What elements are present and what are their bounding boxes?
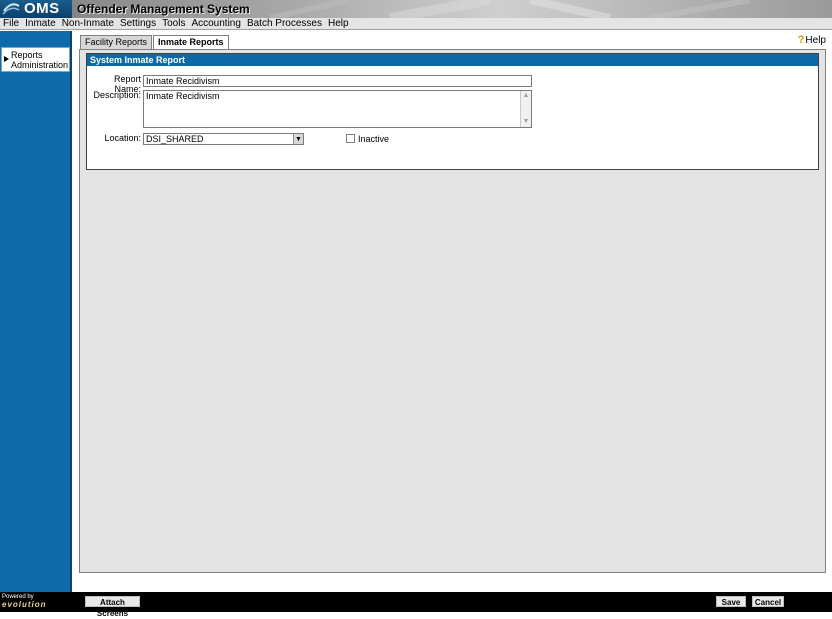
logo-text: OMS (24, 0, 60, 17)
menu-help[interactable]: Help (328, 18, 349, 30)
help-question-icon: ? (797, 34, 805, 46)
help-link[interactable]: ? Help (798, 34, 826, 46)
menu-accounting[interactable]: Accounting (191, 18, 240, 30)
sidebar-item-reports-administration[interactable]: Reports Administration (1, 47, 70, 72)
powered-brand-text: evolution (2, 600, 47, 609)
app-title: Offender Management System (77, 2, 250, 16)
menu-file[interactable]: File (3, 18, 19, 30)
sidebar-item-label: Reports Administration (11, 50, 68, 70)
report-tabs: Facility Reports Inmate Reports (80, 35, 230, 50)
location-select[interactable]: DSI_SHARED ▼ (143, 133, 304, 145)
content-panel: System Inmate Report Report Name: Inmate… (79, 49, 826, 573)
scroll-down-icon[interactable]: ▼ (521, 117, 531, 127)
inactive-label: Inactive (358, 134, 390, 144)
report-name-input[interactable]: Inmate Recidivism (143, 75, 532, 87)
main-area: ? Help Facility Reports Inmate Reports S… (74, 31, 832, 592)
sidebar-label-line2: Administration (11, 60, 69, 70)
sidebar-label-line1: Reports (11, 50, 43, 60)
chevron-down-icon[interactable]: ▼ (293, 134, 303, 144)
attach-screens-button[interactable]: Attach Screens (85, 596, 140, 618)
footer-bar: Powered by evolution Attach Screens Save… (0, 592, 832, 618)
save-button[interactable]: Save (716, 596, 746, 607)
location-value: DSI_SHARED (146, 134, 204, 144)
description-scrollbar[interactable]: ▲ ▼ (520, 91, 531, 127)
report-header: System Inmate Report (87, 54, 818, 66)
app-logo: OMS (0, 0, 72, 18)
left-sidebar: Reports Administration (0, 31, 72, 592)
powered-by-logo: Powered by evolution (2, 594, 47, 609)
menu-non-inmate[interactable]: Non-Inmate (62, 18, 114, 30)
help-label: Help (805, 34, 826, 46)
scroll-up-icon[interactable]: ▲ (521, 91, 531, 101)
menu-tools[interactable]: Tools (162, 18, 185, 30)
titlebar-decoration (269, 0, 751, 18)
tab-facility-reports[interactable]: Facility Reports (80, 35, 153, 49)
system-inmate-report-box: System Inmate Report Report Name: Inmate… (86, 53, 819, 170)
title-bar: OMS Offender Management System (0, 0, 832, 18)
selected-arrow-icon (4, 56, 9, 62)
menu-settings[interactable]: Settings (120, 18, 156, 30)
cancel-button[interactable]: Cancel (752, 596, 784, 607)
menu-bar: File Inmate Non-Inmate Settings Tools Ac… (0, 18, 832, 30)
description-text: Inmate Recidivism (146, 91, 220, 101)
inactive-checkbox[interactable] (346, 134, 355, 143)
menu-inmate[interactable]: Inmate (25, 18, 56, 30)
tab-inmate-reports[interactable]: Inmate Reports (153, 35, 229, 50)
logo-swirl-icon (2, 3, 20, 15)
description-textarea[interactable]: Inmate Recidivism ▲ ▼ (143, 90, 532, 128)
location-label: Location: (104, 133, 141, 143)
menu-batch-processes[interactable]: Batch Processes (247, 18, 322, 30)
description-label: Description: (93, 90, 141, 100)
